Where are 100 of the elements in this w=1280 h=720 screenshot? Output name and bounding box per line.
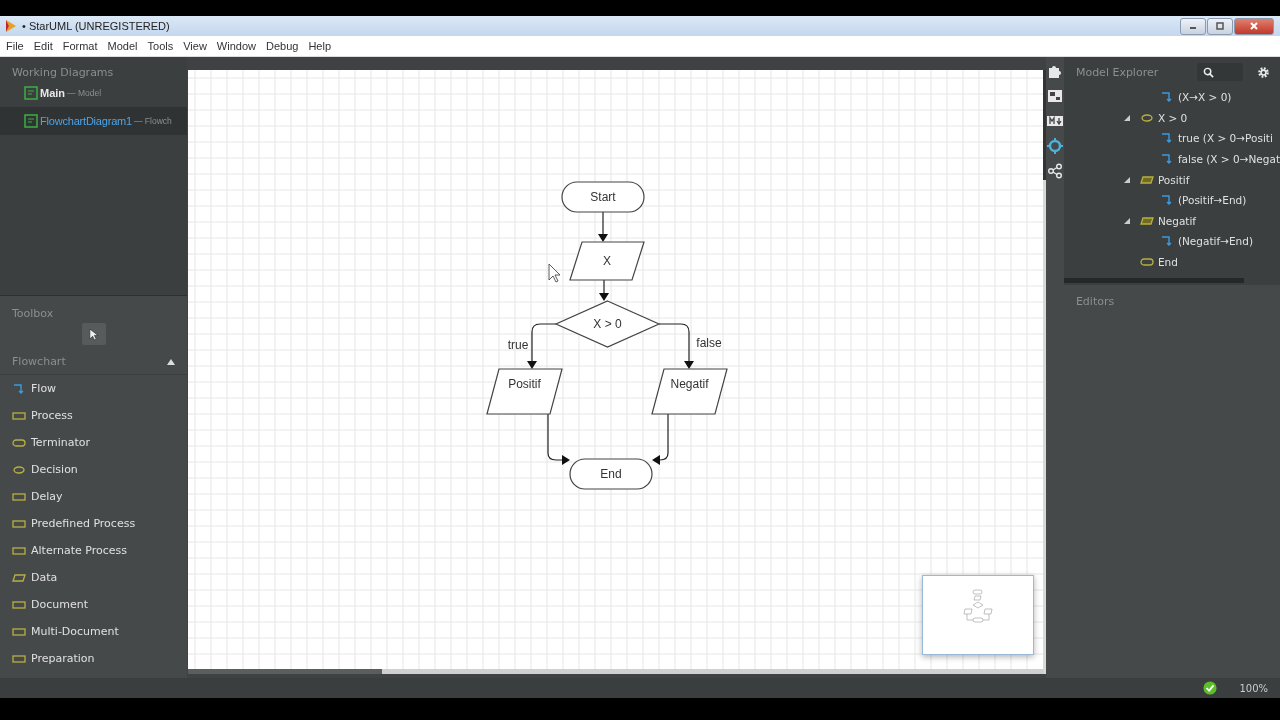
flow-icon <box>1159 133 1174 144</box>
flow-arrow[interactable] <box>599 279 609 301</box>
toolbox-item[interactable]: Terminator <box>0 429 187 456</box>
section-title: Working Diagrams <box>11 66 115 79</box>
toolbox-item[interactable]: Decision <box>0 456 187 483</box>
diagram-icon <box>24 86 38 100</box>
shape-icon <box>12 491 26 502</box>
data-shape[interactable] <box>569 241 645 281</box>
flow-label: false <box>696 336 722 350</box>
diagram-icon <box>24 114 38 128</box>
tree-item[interactable]: Positif <box>1157 173 1190 186</box>
minimize-button[interactable] <box>1180 17 1206 35</box>
decision-shape[interactable] <box>554 300 661 348</box>
window-title: • StarUML (UNREGISTERED) <box>22 20 170 32</box>
search-icon <box>1203 66 1214 78</box>
flow-arrow[interactable] <box>652 413 669 465</box>
shape-icon <box>12 410 26 421</box>
toolbox-item[interactable]: Document <box>0 591 187 618</box>
menu-item[interactable]: Model <box>107 40 138 52</box>
toolbox-item[interactable]: Data <box>0 564 187 591</box>
scrollbar-thumb[interactable] <box>188 669 382 674</box>
diagram-name: FlowchartDiagram1 <box>40 115 132 127</box>
flow-icon <box>1159 92 1174 103</box>
diagram-thumbnail-drawing <box>963 589 993 623</box>
menu-item[interactable]: Window <box>216 40 256 52</box>
check-icon <box>1203 681 1218 695</box>
share-icon[interactable] <box>1047 163 1063 179</box>
shape-icon <box>1139 215 1154 226</box>
scrollbar-thumb[interactable] <box>1043 70 1047 180</box>
shape-icon <box>12 599 26 610</box>
toolbox-item[interactable]: Process <box>0 402 187 429</box>
shape-icon <box>12 653 26 664</box>
diagram-canvas[interactable]: true false Start X X > 0 Positif Negatif End <box>188 70 1043 669</box>
shape-label: Positif <box>508 377 541 391</box>
shape-label: X <box>603 254 611 268</box>
settings-icon[interactable] <box>1257 65 1270 79</box>
expander-icon[interactable] <box>1123 217 1130 224</box>
flow-arrow[interactable] <box>598 211 608 242</box>
diagram-item[interactable]: FlowchartDiagram1 — Flowch <box>0 107 187 135</box>
shape-icon <box>12 464 26 475</box>
data-shape[interactable] <box>486 368 563 415</box>
shape-label: Negatif <box>670 377 709 391</box>
restore-icon <box>1215 21 1225 31</box>
tree-item[interactable]: false (X > 0→Negat <box>1177 153 1280 166</box>
shape-label: Start <box>590 190 616 204</box>
panels-icon[interactable] <box>1047 88 1063 104</box>
shape-label: End <box>600 467 622 481</box>
flow-icon <box>1159 195 1174 206</box>
diagram-name: Main <box>40 87 66 99</box>
flow-arrow[interactable] <box>527 323 557 369</box>
terminator-shape[interactable] <box>569 458 653 490</box>
flow-arrow[interactable] <box>658 323 694 369</box>
panel-title: Model Explorer <box>1074 65 1160 79</box>
mouse-pointer-icon <box>548 263 561 283</box>
tree-item[interactable]: (X→X > 0) <box>1177 91 1232 104</box>
menu-item[interactable]: View <box>183 40 207 52</box>
menu-item[interactable]: Edit <box>33 40 53 52</box>
toolbox-item[interactable]: Delay <box>0 483 187 510</box>
markdown-icon[interactable] <box>1047 113 1063 129</box>
crosshair-icon[interactable] <box>1047 138 1063 154</box>
shape-label: X > 0 <box>593 317 622 331</box>
tree-item[interactable]: End <box>1157 256 1178 269</box>
toolbox-item[interactable]: Alternate Process <box>0 537 187 564</box>
menu-item[interactable]: File <box>6 40 24 52</box>
select-tool-button[interactable] <box>81 323 106 345</box>
tree-item[interactable]: Negatif <box>1157 214 1197 227</box>
toolbox-item[interactable]: Preparation <box>0 645 187 672</box>
tree-item[interactable]: (Positif→End) <box>1177 194 1247 207</box>
puzzle-icon[interactable] <box>1047 63 1063 79</box>
shape-icon <box>12 518 26 529</box>
shape-icon <box>1139 257 1154 268</box>
app-logo-icon <box>4 19 18 33</box>
flow-icon <box>1159 236 1174 247</box>
menu-item[interactable]: Tools <box>147 40 174 52</box>
menu-item[interactable]: Format <box>62 40 98 52</box>
tree-item[interactable]: true (X > 0→Positi <box>1177 132 1273 145</box>
toolbox-item[interactable]: Predefined Process <box>0 510 187 537</box>
tree-item[interactable]: X > 0 <box>1157 111 1188 124</box>
toolbox-item[interactable]: Flow <box>0 375 187 402</box>
close-button[interactable] <box>1234 17 1274 35</box>
tree-item[interactable]: (Negatif→End) <box>1177 235 1253 248</box>
expander-icon[interactable] <box>1123 114 1130 121</box>
toolbox-item[interactable]: Multi-Document <box>0 618 187 645</box>
shape-icon <box>12 545 26 556</box>
data-shape[interactable] <box>651 368 728 415</box>
flow-icon <box>12 383 26 394</box>
panel-title: Editors <box>1074 295 1116 308</box>
flow-label: true <box>507 338 529 352</box>
shape-icon <box>1139 174 1154 185</box>
menu-item[interactable]: Help <box>308 40 332 52</box>
search-field[interactable] <box>1197 63 1243 81</box>
flow-arrow[interactable] <box>547 413 570 465</box>
shape-icon <box>12 626 26 637</box>
expander-icon[interactable] <box>1123 176 1130 183</box>
terminator-shape[interactable] <box>561 181 645 213</box>
zoom-level: 100% <box>1239 682 1268 694</box>
menu-item[interactable]: Debug <box>266 40 299 52</box>
collapse-icon[interactable] <box>167 358 175 365</box>
diagram-item[interactable]: Main — Model <box>0 79 187 107</box>
restore-button[interactable] <box>1207 17 1233 35</box>
